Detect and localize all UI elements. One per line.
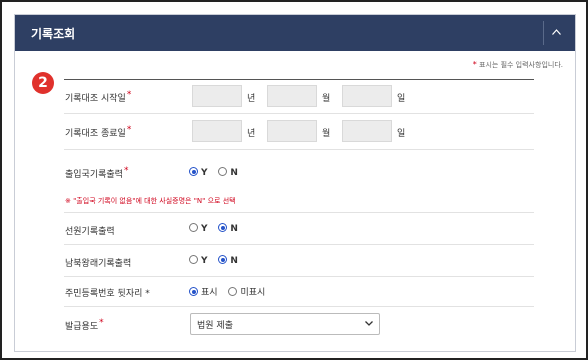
inter-korea-row: 남북왕래기록출력 Y N bbox=[64, 245, 534, 277]
panel-header: 기록조회 bbox=[15, 15, 575, 51]
inter-korea-radio-group: Y N bbox=[189, 255, 246, 266]
resident-number-radio-group: 표시 미표시 bbox=[189, 285, 273, 298]
end-year-input[interactable] bbox=[192, 120, 242, 142]
immigration-option-y[interactable]: Y bbox=[189, 167, 208, 178]
resident-number-option-hide[interactable]: 미표시 bbox=[228, 285, 265, 298]
immigration-radio-y[interactable] bbox=[189, 167, 198, 176]
chevron-down-icon bbox=[365, 321, 373, 326]
record-inquiry-panel: 기록조회 * 표시는 필수 입력사항입니다. 2 기록대조 시작일* 년 월 일 bbox=[14, 14, 576, 352]
purpose-select[interactable]: 법원 제출 bbox=[190, 313, 380, 335]
immigration-radio-n[interactable] bbox=[218, 167, 228, 176]
end-date-label: 기록대조 종료일* bbox=[65, 125, 132, 139]
inter-korea-radio-n[interactable] bbox=[218, 255, 228, 264]
end-year-unit: 년 bbox=[247, 129, 256, 139]
step-number-badge: 2 bbox=[32, 72, 54, 94]
immigration-radio-group: Y N bbox=[189, 167, 246, 178]
inquiry-form: 기록대조 시작일* 년 월 일 기록대조 종료일* 년 월 일 출입국기록출력*… bbox=[64, 79, 534, 335]
start-day-input[interactable] bbox=[342, 85, 392, 107]
start-month-input[interactable] bbox=[267, 85, 317, 107]
start-date-row: 기록대조 시작일* 년 월 일 bbox=[64, 80, 534, 114]
inter-korea-label: 남북왕래기록출력 bbox=[65, 259, 132, 269]
seaman-label: 선원기록출력 bbox=[65, 227, 115, 237]
inter-korea-radio-y[interactable] bbox=[189, 255, 198, 264]
end-month-unit: 월 bbox=[322, 129, 331, 139]
resident-number-option-show[interactable]: 표시 bbox=[189, 285, 218, 298]
start-year-unit: 년 bbox=[247, 94, 256, 104]
panel-title: 기록조회 bbox=[31, 27, 76, 41]
end-day-unit: 일 bbox=[397, 129, 406, 139]
start-month-unit: 월 bbox=[322, 94, 331, 104]
seaman-option-n[interactable]: N bbox=[218, 223, 238, 234]
seaman-option-y[interactable]: Y bbox=[189, 223, 208, 234]
seaman-radio-n[interactable] bbox=[218, 223, 228, 232]
purpose-selected-value: 법원 제출 bbox=[197, 321, 233, 331]
resident-number-row: 주민등록번호 뒷자리 * 표시 미표시 bbox=[64, 277, 534, 307]
purpose-label: 발급용도* bbox=[65, 318, 104, 332]
immigration-warning: ※ "출입국 기록이 없음"에 대한 사실증명은 "N" 으로 선택 bbox=[65, 197, 236, 205]
purpose-row: 발급용도* 법원 제출 bbox=[64, 307, 534, 339]
end-date-row: 기록대조 종료일* 년 월 일 bbox=[64, 114, 534, 150]
seaman-radio-group: Y N bbox=[189, 223, 246, 234]
seaman-radio-y[interactable] bbox=[189, 223, 198, 232]
resident-number-radio-hide[interactable] bbox=[228, 287, 238, 296]
start-day-unit: 일 bbox=[397, 94, 406, 104]
chevron-up-icon bbox=[552, 29, 561, 35]
collapse-button[interactable] bbox=[543, 21, 567, 45]
screenshot-frame: 기록조회 * 표시는 필수 입력사항입니다. 2 기록대조 시작일* 년 월 일 bbox=[0, 0, 588, 360]
resident-number-radio-show[interactable] bbox=[189, 287, 198, 296]
required-fields-note: * 표시는 필수 입력사항입니다. bbox=[473, 60, 563, 70]
immigration-row: 출입국기록출력* Y N ※ "출입국 기록이 없음"에 대한 사실증명은 "N… bbox=[64, 150, 534, 213]
immigration-label: 출입국기록출력* bbox=[65, 166, 129, 180]
inter-korea-option-y[interactable]: Y bbox=[189, 255, 208, 266]
inter-korea-option-n[interactable]: N bbox=[218, 255, 238, 266]
immigration-option-n[interactable]: N bbox=[218, 167, 238, 178]
start-year-input[interactable] bbox=[192, 85, 242, 107]
required-note-text: 표시는 필수 입력사항입니다. bbox=[479, 61, 563, 69]
end-day-input[interactable] bbox=[342, 120, 392, 142]
resident-number-label: 주민등록번호 뒷자리 * bbox=[65, 289, 150, 299]
seaman-row: 선원기록출력 Y N bbox=[64, 213, 534, 245]
start-date-label: 기록대조 시작일* bbox=[65, 90, 132, 104]
required-star: * bbox=[472, 60, 477, 69]
end-month-input[interactable] bbox=[267, 120, 317, 142]
